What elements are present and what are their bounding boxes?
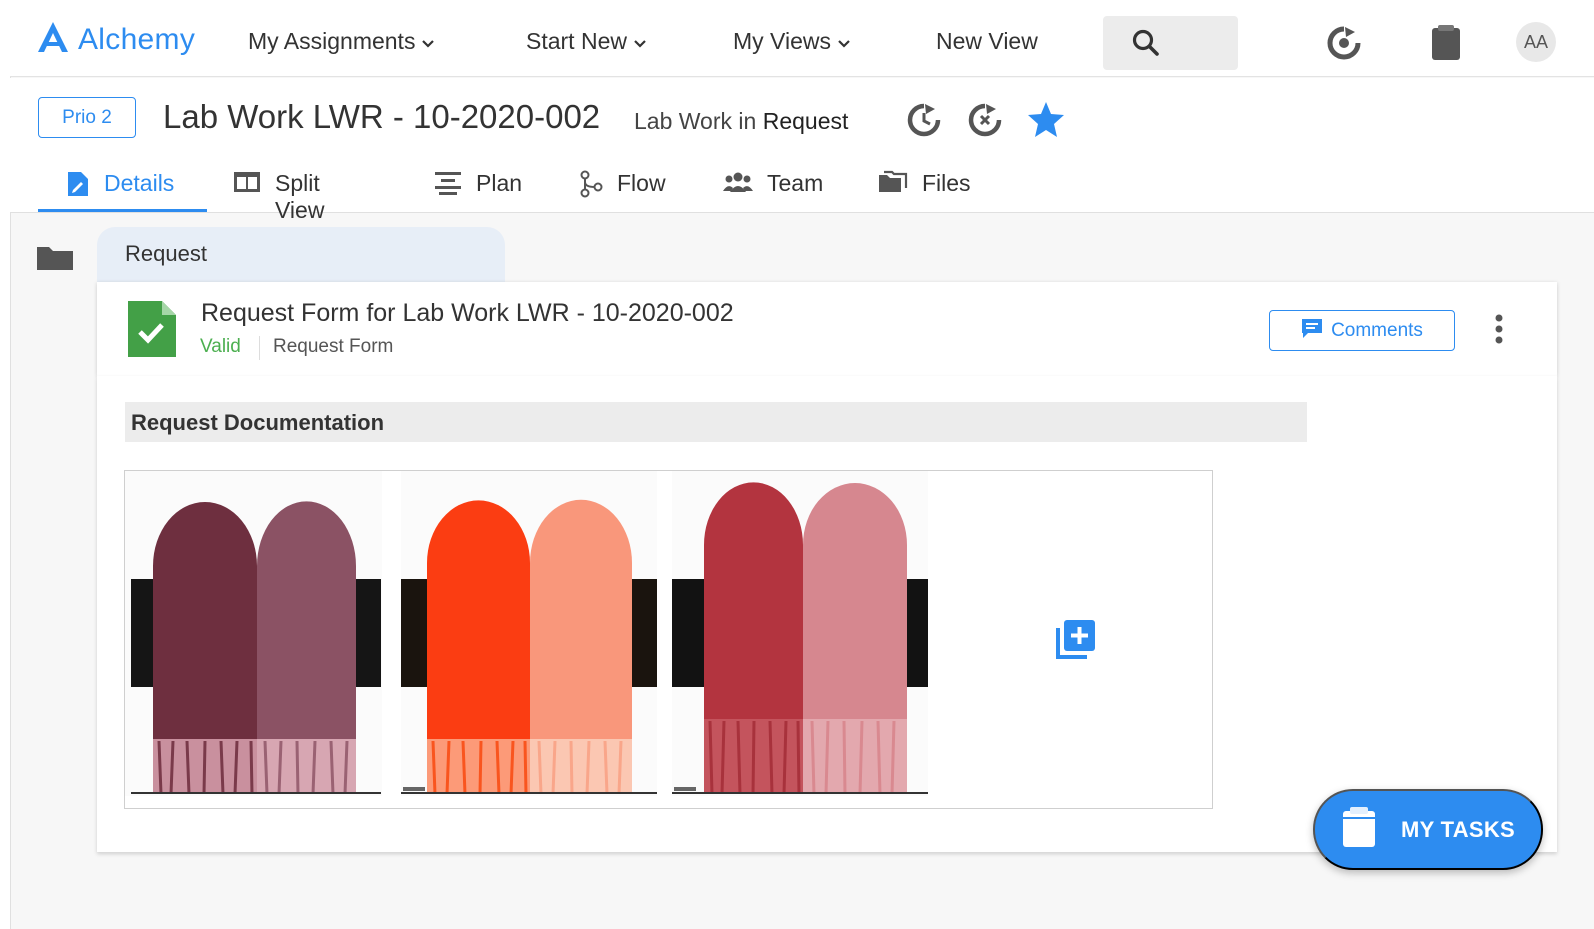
form-type: Request Form <box>273 336 394 357</box>
recent-activity-icon[interactable] <box>1325 24 1363 67</box>
tab-split-view[interactable]: Split View <box>233 166 324 223</box>
attachment-thumbnail[interactable] <box>125 471 382 796</box>
tab-label: Details <box>104 170 175 196</box>
clipboard-icon[interactable] <box>1429 24 1463 67</box>
favorite-star-icon[interactable] <box>1026 100 1066 145</box>
comment-icon <box>1301 317 1323 345</box>
documentation-panel: Request Documentation <box>97 376 1557 852</box>
brand-name: Alchemy <box>78 22 196 56</box>
chevron-down-icon <box>633 28 647 55</box>
tab-details[interactable]: Details <box>38 166 207 212</box>
files-icon <box>878 170 908 200</box>
nav-new-view[interactable]: New View <box>936 28 1038 55</box>
comments-label: Comments <box>1331 319 1423 341</box>
top-navigation: Alchemy My Assignments Start New My View… <box>10 0 1594 77</box>
add-image-icon[interactable] <box>1055 618 1097 665</box>
attachment-thumbnail[interactable] <box>672 471 928 796</box>
brand-logo[interactable]: Alchemy <box>36 20 195 59</box>
nav-label: My Views <box>733 28 831 54</box>
tab-plan[interactable]: Plan <box>434 166 522 212</box>
page-title: Lab Work LWR - 10-2020-002 <box>163 98 601 135</box>
tab-files[interactable]: Files <box>878 166 971 212</box>
tab-label: Plan <box>476 170 523 196</box>
form-title: Request Form for Lab Work LWR - 10-2020-… <box>201 299 734 327</box>
priority-badge[interactable]: Prio 2 <box>38 97 136 138</box>
form-status: Valid <box>200 336 241 357</box>
section-heading: Request Documentation <box>125 402 1307 442</box>
tab-team[interactable]: Team <box>723 166 823 212</box>
clipboard-icon <box>1341 805 1377 855</box>
tab-label: Split View <box>275 170 325 223</box>
document-edit-icon <box>66 170 90 204</box>
attachment-thumbnail[interactable] <box>401 471 657 796</box>
valid-document-icon <box>128 301 176 362</box>
team-icon <box>723 170 753 200</box>
nav-label: New View <box>936 28 1038 54</box>
nav-start-new[interactable]: Start New <box>526 28 647 55</box>
more-options-icon[interactable] <box>1493 313 1505 350</box>
request-form-card: Request Form for Lab Work LWR - 10-2020-… <box>97 282 1557 376</box>
nav-label: Start New <box>526 28 627 54</box>
history-icon[interactable] <box>904 100 944 145</box>
folder-icon[interactable] <box>37 244 73 277</box>
comments-button[interactable]: Comments <box>1269 310 1455 351</box>
chevron-down-icon <box>837 28 851 55</box>
section-tab-request[interactable]: Request <box>97 227 505 283</box>
tab-flow[interactable]: Flow <box>579 166 666 212</box>
nav-my-assignments[interactable]: My Assignments <box>248 28 435 55</box>
divider <box>259 336 260 360</box>
split-view-icon <box>233 170 261 200</box>
plan-icon <box>434 170 462 202</box>
search-button[interactable] <box>1103 16 1238 70</box>
cancel-timer-icon[interactable] <box>965 100 1005 145</box>
chevron-down-icon <box>421 28 435 55</box>
flow-icon <box>579 170 603 204</box>
tab-label: Team <box>767 170 824 196</box>
search-icon <box>1131 28 1161 63</box>
tab-label: Files <box>922 170 971 196</box>
tab-label: Flow <box>617 170 666 196</box>
my-tasks-label: MY TASKS <box>1400 816 1516 842</box>
avatar[interactable]: AA <box>1516 22 1556 62</box>
my-tasks-button[interactable]: MY TASKS <box>1313 789 1543 870</box>
state-value: Request <box>762 108 849 134</box>
image-gallery <box>124 470 1213 809</box>
alchemy-logo-icon <box>36 20 70 59</box>
record-state: Lab Work in Request <box>634 108 848 135</box>
record-header: Prio 2 Lab Work LWR - 10-2020-002 Lab Wo… <box>10 78 1594 223</box>
nav-my-views[interactable]: My Views <box>733 28 851 55</box>
state-prefix: Lab Work in <box>634 108 757 134</box>
nav-label: My Assignments <box>248 28 416 54</box>
